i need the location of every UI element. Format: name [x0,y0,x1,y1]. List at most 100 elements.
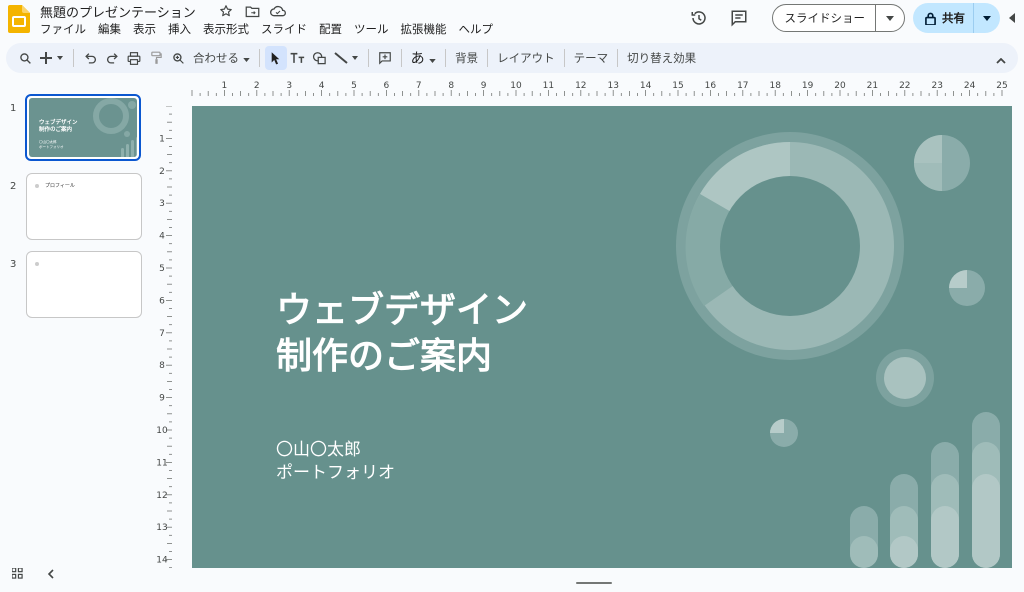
ruler-label: 7 [416,81,422,91]
ruler-label: 3 [159,199,165,209]
ruler-label: 13 [607,81,618,91]
move-folder-icon[interactable] [242,2,262,20]
thumbnail-dot-icon [35,262,39,266]
vertical-ruler[interactable]: 1234567891011121314 [154,106,172,568]
slide-subtitle-line: ポートフォリオ [276,463,395,483]
text-box-button[interactable] [287,46,309,70]
document-title[interactable]: 無題のプレゼンテーション [40,2,196,21]
grid-view-button[interactable] [11,564,23,583]
header-actions: スライドショー 共有 [684,3,1021,33]
ruler-label: 9 [481,81,487,91]
slideshow-button[interactable]: スライドショー [773,5,876,31]
ruler-label: 16 [705,81,717,91]
filmstrip: 1 ウェブデザイン 制作のご案内 〇山〇太郎 ポートフォリオ 2 プロフィール … [0,85,150,565]
collapse-filmstrip-button[interactable] [47,564,54,583]
ruler-label: 11 [156,458,167,468]
side-panel-toggle[interactable] [1004,13,1020,23]
menu-view[interactable]: 表示 [133,21,162,37]
ruler-label: 2 [254,81,260,91]
slide-thumbnail-1[interactable]: ウェブデザイン 制作のご案内 〇山〇太郎 ポートフォリオ [25,94,141,161]
toolbar-divider [367,49,369,67]
slides-app: 無題のプレゼンテーション ファイル 編集 表示 挿入 表示形式 スライド 配置 … [0,0,1024,592]
filmstrip-controls [11,564,54,583]
menu-format[interactable]: 表示形式 [203,21,255,37]
theme-button[interactable]: テーマ [570,50,613,66]
ruler-label: 21 [867,81,878,91]
horizontal-ruler[interactable]: 1 2 3 4 5 6 7 8 9 10 11 12 13 14 15 16 17 18 19 20 21 22 23 24 2… [172,78,1012,96]
paint-format-button[interactable] [145,46,167,70]
comments-button[interactable] [724,3,754,33]
chevron-up-icon [996,57,1006,64]
bar-group [850,412,1000,568]
ruler-label: 17 [737,81,748,91]
ruler-label: 6 [159,296,165,306]
ruler-label: 1 [222,81,228,91]
speaker-notes-handle[interactable] [576,582,612,584]
thumbnail-title: プロフィール [45,183,75,189]
slide-subtitle[interactable]: 〇山〇太郎 ポートフォリオ [276,439,395,485]
slides-logo[interactable] [8,5,30,33]
menu-help[interactable]: ヘルプ [459,21,500,37]
transition-button[interactable]: 切り替え効果 [623,50,700,66]
layout-button[interactable]: レイアウト [493,50,559,66]
background-button[interactable]: 背景 [451,50,482,66]
ruler-label: 8 [448,81,454,91]
toolbar-divider [445,49,447,67]
share-dropdown[interactable] [974,3,1000,33]
zoom-button[interactable] [167,46,189,70]
thumbnail-preview: ウェブデザイン 制作のご案内 〇山〇太郎 ポートフォリオ [29,98,137,157]
redo-button[interactable] [101,46,123,70]
title-icons [216,2,288,20]
line-icon [334,52,358,64]
cursor-icon [271,52,280,65]
toolbar-divider [400,49,402,67]
share-button[interactable]: 共有 [913,3,974,33]
ruler-label: 19 [802,81,814,91]
select-tool-button[interactable] [264,46,287,70]
ruler-label: 5 [351,81,357,91]
menu-insert[interactable]: 挿入 [168,21,197,37]
thumbnail-title: ウェブデザイン 制作のご案内 [39,120,78,133]
ruler-label: 6 [384,81,390,91]
toolbar-divider [73,49,74,67]
ime-label: あ [410,51,425,67]
shape-button[interactable] [309,46,331,70]
version-history-button[interactable] [684,3,714,33]
star-icon[interactable] [216,2,236,20]
menu-tools[interactable]: ツール [354,21,395,37]
menu-file[interactable]: ファイル [40,21,92,37]
slide-thumbnail-2[interactable]: プロフィール [26,173,142,240]
new-slide-button[interactable] [36,46,68,70]
plus-icon [40,52,63,64]
ruler-label: 14 [640,81,652,91]
ruler-label: 8 [159,361,165,371]
zoom-select[interactable]: 合わせる [189,50,254,66]
slide-subtitle-line: 〇山〇太郎 [276,440,361,460]
hide-menus-button[interactable] [996,49,1006,68]
ruler-label: 20 [834,81,846,91]
zoom-icon [172,52,184,64]
menu-slide[interactable]: スライド [261,21,313,37]
zoom-label: 合わせる [193,51,239,65]
shapes-icon [313,52,326,65]
comment-icon [731,10,746,27]
ruler-label: 12 [575,81,586,91]
undo-button[interactable] [79,46,101,70]
thumbnail-number: 2 [10,181,17,192]
slide-canvas[interactable]: ウェブデザイン 制作のご案内 〇山〇太郎 ポートフォリオ [192,106,1012,568]
slide-thumbnail-3[interactable] [26,251,142,318]
insert-comment-button[interactable] [374,46,396,70]
cloud-saved-icon[interactable] [268,2,288,20]
menu-arrange[interactable]: 配置 [319,21,348,37]
search-menus-button[interactable] [14,46,36,70]
menu-edit[interactable]: 編集 [98,21,127,37]
input-tools-select[interactable]: あ [407,48,440,68]
ruler-label: 24 [964,81,976,91]
menu-extensions[interactable]: 拡張機能 [401,21,453,37]
line-tool-button[interactable] [331,46,363,70]
print-button[interactable] [123,46,145,70]
slideshow-dropdown[interactable] [876,5,904,31]
slide-title[interactable]: ウェブデザイン 制作のご案内 [276,288,528,380]
ruler-label: 25 [996,81,1007,91]
ruler-label: 10 [510,81,522,91]
